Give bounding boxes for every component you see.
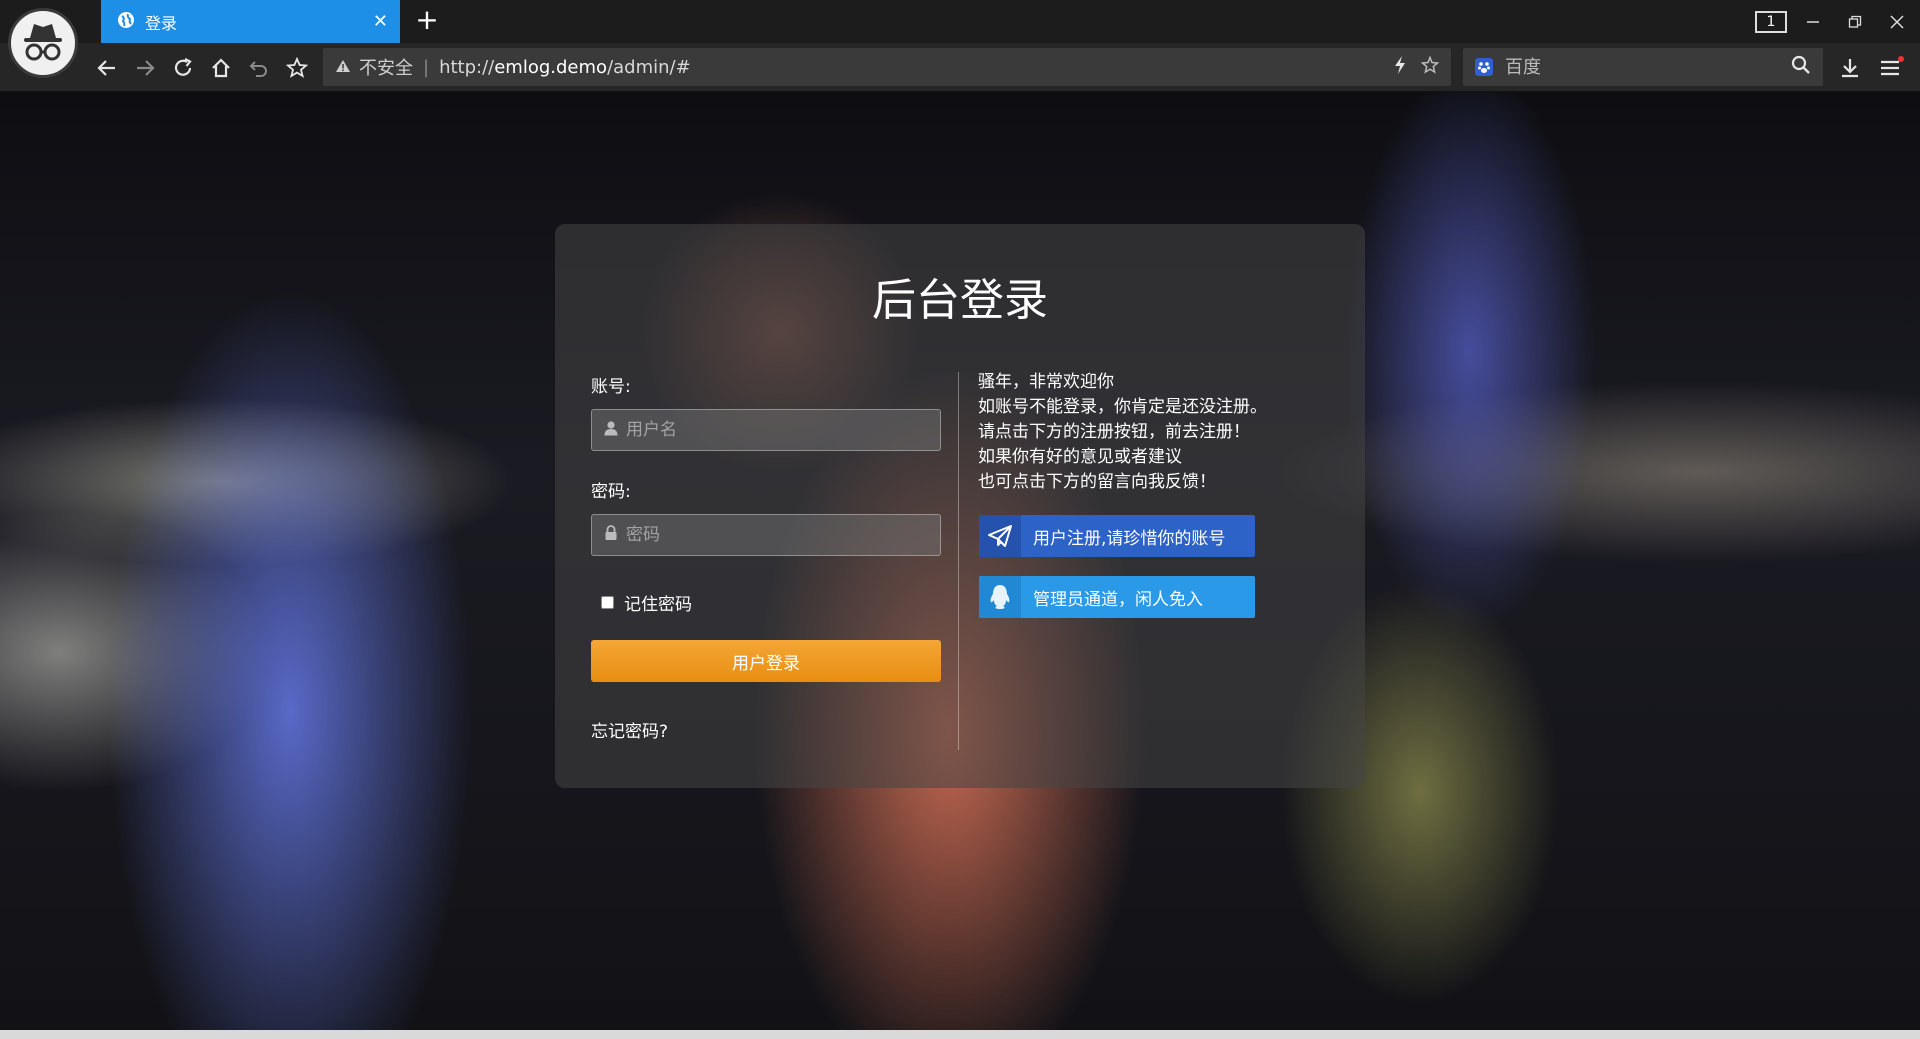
notification-dot	[1898, 55, 1904, 62]
panel-divider	[958, 372, 959, 750]
globe-icon	[117, 11, 135, 33]
login-panel: 后台登录 账号: 密码: 记住密码 用户登录 忘记密码? 骚年，非常欢迎你 如账…	[555, 224, 1365, 788]
url-host: emlog.demo	[494, 56, 608, 78]
admin-entry-button-label: 管理员通道，闲人免入	[1033, 589, 1203, 610]
forward-icon[interactable]	[126, 48, 164, 88]
back-icon[interactable]	[88, 48, 126, 88]
welcome-line: 也可点击下方的留言向我反馈！	[978, 472, 1216, 492]
minimize-icon[interactable]	[1792, 0, 1834, 43]
nav-buttons	[88, 43, 316, 92]
bookmark-star-icon[interactable]	[1420, 55, 1440, 78]
baidu-icon[interactable]	[1475, 58, 1493, 76]
incognito-icon[interactable]	[8, 8, 78, 78]
url-text[interactable]: http://emlog.demo/admin/#	[439, 57, 1379, 78]
search-icon[interactable]	[1791, 55, 1811, 79]
undo-icon[interactable]	[240, 48, 278, 88]
password-label: 密码:	[591, 482, 631, 502]
page-viewport: 后台登录 账号: 密码: 记住密码 用户登录 忘记密码? 骚年，非常欢迎你 如账…	[0, 92, 1920, 1030]
security-label[interactable]: 不安全	[359, 54, 413, 80]
plus-icon[interactable]: +	[412, 5, 442, 37]
download-icon[interactable]	[1830, 48, 1870, 88]
remember-checkbox[interactable]	[601, 596, 614, 609]
remember-label: 记住密码	[624, 595, 692, 615]
tab-count: 1	[1755, 10, 1787, 33]
username-label: 账号:	[591, 377, 631, 397]
reload-icon[interactable]	[164, 48, 202, 88]
search-box[interactable]	[1463, 48, 1823, 86]
status-bar	[0, 1030, 1920, 1039]
lock-icon	[604, 525, 618, 545]
search-input[interactable]	[1505, 56, 1791, 78]
window-close-icon[interactable]	[1876, 0, 1918, 43]
page-title: 后台登录	[872, 275, 1048, 326]
admin-entry-button[interactable]: 管理员通道，闲人免入	[979, 576, 1255, 618]
address-bar[interactable]: 不安全 | http://emlog.demo/admin/#	[323, 48, 1451, 86]
url-path: /admin/#	[607, 56, 691, 78]
remember-password[interactable]: 记住密码	[591, 590, 692, 615]
username-input[interactable]	[626, 420, 940, 440]
paper-plane-icon	[979, 515, 1021, 557]
register-button[interactable]: 用户注册,请珍惜你的账号	[979, 515, 1255, 557]
qq-penguin-icon	[979, 576, 1021, 618]
tab-title: 登录	[145, 13, 178, 33]
username-field-wrapper	[591, 409, 941, 451]
welcome-line: 骚年，非常欢迎你	[978, 372, 1114, 392]
star-icon[interactable]	[278, 48, 316, 88]
login-button[interactable]: 用户登录	[591, 640, 941, 682]
address-separator: |	[423, 56, 430, 78]
url-prefix: http://	[439, 56, 495, 78]
password-input[interactable]	[626, 525, 940, 545]
browser-toolbar: 不安全 | http://emlog.demo/admin/#	[0, 43, 1920, 92]
menu-icon[interactable]	[1870, 48, 1910, 88]
welcome-text: 骚年，非常欢迎你 如账号不能登录，你肯定是还没注册。 请点击下方的注册按钮，前去…	[978, 370, 1348, 495]
active-tab[interactable]: 登录 ✕	[101, 0, 400, 43]
register-button-label: 用户注册,请珍惜你的账号	[1033, 528, 1226, 549]
welcome-line: 请点击下方的注册按钮，前去注册！	[978, 422, 1250, 442]
user-icon	[604, 420, 618, 440]
welcome-line: 如果你有好的意见或者建议	[978, 447, 1182, 467]
toolbar-right	[1830, 43, 1910, 92]
tab-count-button[interactable]: 1	[1750, 0, 1792, 43]
tab-bar: 登录 ✕ + 1	[0, 0, 1920, 43]
warning-icon	[335, 58, 351, 77]
password-field-wrapper	[591, 514, 941, 556]
close-icon[interactable]: ✕	[373, 11, 388, 32]
home-icon[interactable]	[202, 48, 240, 88]
window-controls: 1	[1750, 0, 1918, 43]
restore-icon[interactable]	[1834, 0, 1876, 43]
lightning-icon[interactable]	[1393, 55, 1407, 79]
welcome-line: 如账号不能登录，你肯定是还没注册。	[978, 397, 1267, 417]
forgot-password-link[interactable]: 忘记密码?	[591, 717, 668, 742]
